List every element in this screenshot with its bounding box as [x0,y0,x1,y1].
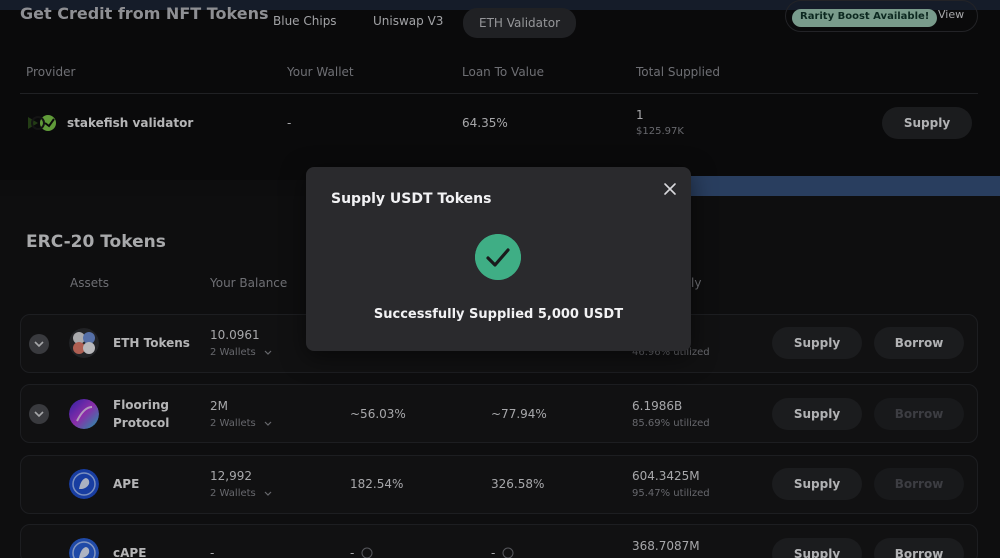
supply-success-modal: Supply USDT Tokens Successfully Supplied… [306,167,691,351]
check-circle-icon [475,234,521,280]
modal-success-message: Successfully Supplied 5,000 USDT [373,307,624,322]
close-icon[interactable] [662,181,678,197]
modal-title: Supply USDT Tokens [331,191,492,207]
